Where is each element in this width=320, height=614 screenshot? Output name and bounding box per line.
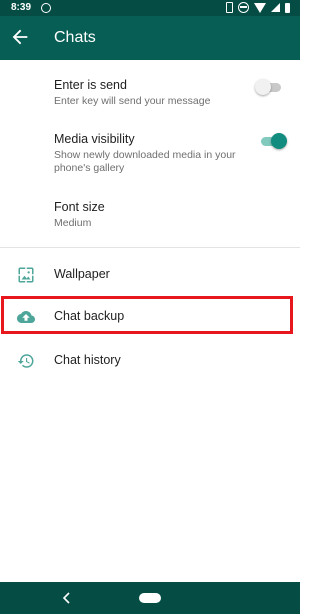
pref-summary: Show newly downloaded media in your phon… [54,149,236,174]
pref-title: Enter is send [54,78,127,92]
nav-back-icon[interactable] [62,592,72,604]
option-chat-history[interactable]: Chat history [0,343,300,379]
option-label: Wallpaper [54,267,110,281]
pref-media-visibility[interactable]: Media visibility Show newly downloaded m… [54,132,254,175]
highlight-box [1,296,293,334]
wifi-icon [254,2,266,13]
toolbar: Chats [0,16,300,60]
section-divider [0,247,300,248]
vibrate-icon [226,2,233,13]
history-icon [17,354,34,368]
pref-enter-is-send[interactable]: Enter is send Enter key will send your m… [54,78,210,108]
option-wallpaper[interactable]: Wallpaper [0,257,300,293]
pref-title: Font size [54,200,105,214]
status-time: 8:39 [11,2,32,13]
arrow-back-icon[interactable] [9,26,31,48]
pref-summary: Medium [54,217,92,229]
status-bar: 8:39 [0,0,300,16]
toggle-thumb [255,79,271,95]
app-notification-icon [41,3,51,13]
pref-title: Media visibility [54,132,135,146]
toggle-thumb [271,133,287,149]
enter-is-send-toggle[interactable] [255,79,283,95]
battery-icon [285,2,290,13]
nav-home-pill[interactable] [139,593,161,603]
signal-icon [271,3,280,12]
page-title: Chats [54,29,96,46]
dnd-icon [238,2,249,13]
status-icons [226,2,290,13]
pref-font-size[interactable]: Font size Medium [54,200,105,230]
option-label: Chat history [54,353,121,367]
wallpaper-icon [18,267,34,283]
navigation-bar [0,582,300,614]
media-visibility-toggle[interactable] [259,133,287,149]
pref-summary: Enter key will send your message [54,95,211,107]
